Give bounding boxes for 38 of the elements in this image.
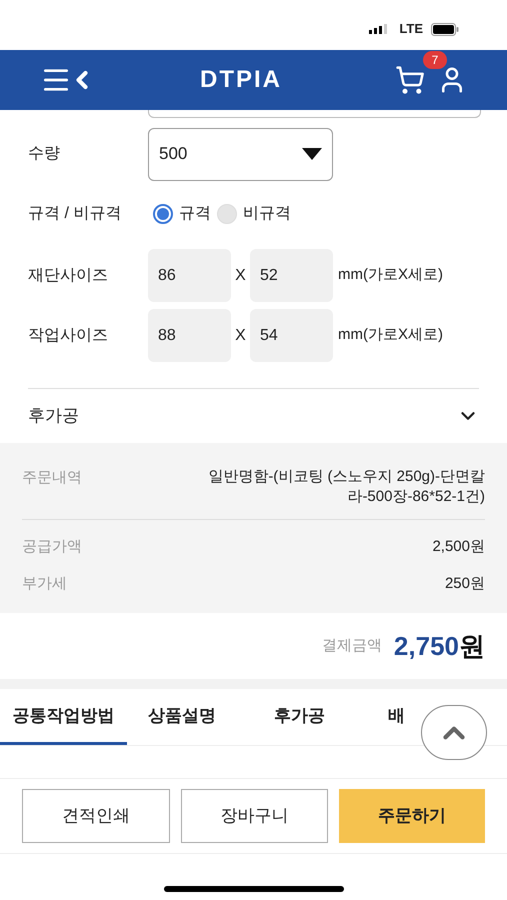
unit-label: mm(가로X세로) <box>338 325 443 346</box>
quantity-select[interactable]: 500 <box>148 128 333 180</box>
times-label: X <box>234 326 247 346</box>
price-value: 250원 <box>444 574 485 594</box>
total-amount: 2,750원 <box>394 630 485 662</box>
post-processing-toggle[interactable]: 후가공 <box>28 389 479 443</box>
width-field[interactable]: 88 <box>148 309 231 362</box>
size-label: 작업사이즈 <box>28 326 109 346</box>
times-label: X <box>234 266 247 286</box>
radio-option[interactable]: 규격 <box>153 202 211 226</box>
action-button[interactable]: 장바구니 <box>180 789 328 843</box>
dropdown-icon <box>302 148 322 160</box>
select-field[interactable] <box>148 110 481 118</box>
unit-label: mm(가로X세로) <box>338 265 443 286</box>
price-label: 공급가액 <box>22 537 82 557</box>
order-detail: 일반명함-(비코팅 (스노우지 250g)-단면칼라-500장-86*52-1건) <box>207 467 485 507</box>
size-label: 재단사이즈 <box>28 266 109 286</box>
tab[interactable]: 후가공 <box>237 689 362 745</box>
network-label: LTE <box>399 20 423 38</box>
price-value: 2,500원 <box>432 537 485 557</box>
height-field[interactable]: 52 <box>250 249 333 302</box>
action-button[interactable]: 주문하기 <box>339 789 486 843</box>
cart-badge: 7 <box>423 51 447 69</box>
tab[interactable]: 공통작업방법 <box>0 689 127 745</box>
order-label: 주문내역 <box>22 468 82 488</box>
cart-icon[interactable] <box>395 65 425 95</box>
radio-option[interactable]: 비규격 <box>217 202 291 226</box>
width-field[interactable]: 86 <box>148 249 231 302</box>
tab[interactable]: 상품설명 <box>127 689 237 745</box>
spec-label: 규격 / 비규격 <box>28 204 122 224</box>
action-button[interactable]: 견적인쇄 <box>22 789 170 843</box>
battery-icon <box>431 22 459 36</box>
price-label: 부가세 <box>22 574 67 594</box>
quantity-label: 수량 <box>28 144 61 164</box>
total-label: 결제금액 <box>322 636 382 656</box>
tab[interactable]: 배 <box>388 689 405 745</box>
height-field[interactable]: 54 <box>250 309 333 362</box>
logo[interactable]: DTPIA <box>200 62 282 98</box>
